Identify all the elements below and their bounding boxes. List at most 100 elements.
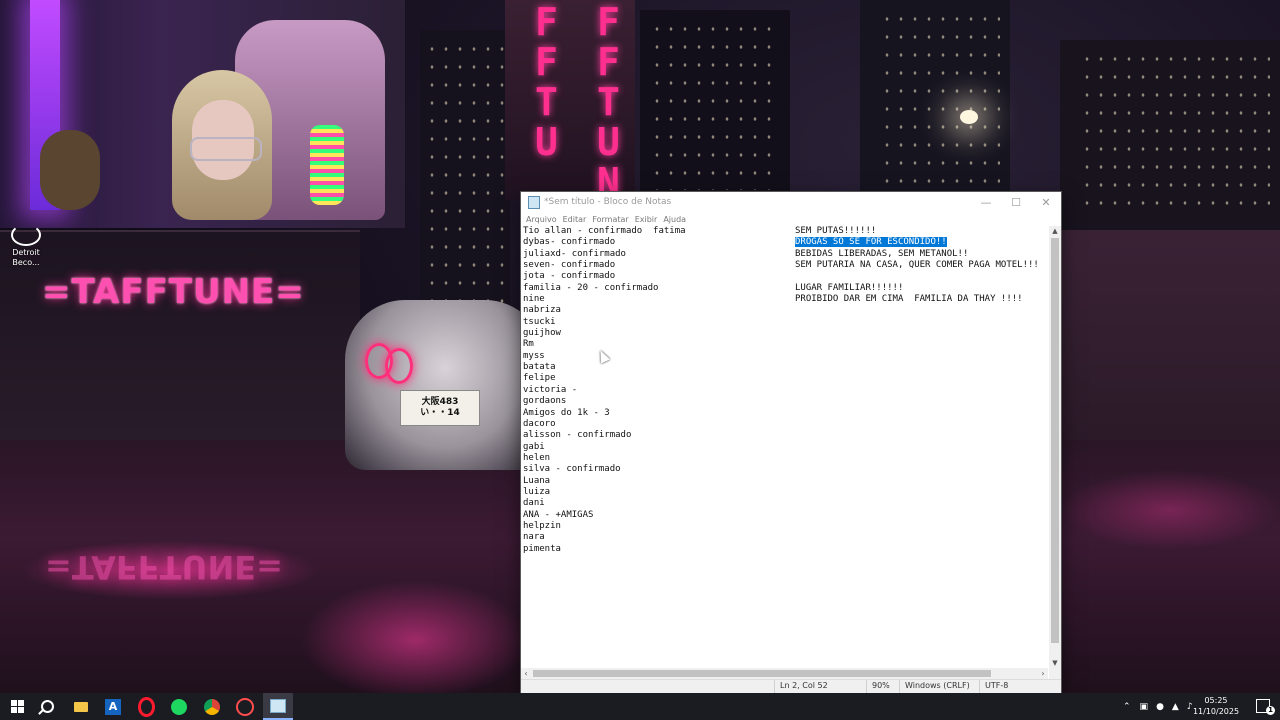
windows-logo-icon <box>10 700 24 713</box>
neon-letter: F <box>535 0 558 44</box>
desktop-shortcut[interactable]: Detroit Beco... <box>6 224 46 268</box>
horizontal-scroll-thumb[interactable] <box>533 670 991 677</box>
text-line: silva - confirmado <box>523 464 621 475</box>
text-line: LUGAR FAMILIAR!!!!!! <box>795 282 904 293</box>
menu-formatar[interactable]: Formatar <box>592 215 628 224</box>
neon-letter: U <box>597 120 620 164</box>
zoom-level: 90% <box>872 681 890 690</box>
opera-icon <box>137 696 155 717</box>
folder-icon <box>74 701 88 712</box>
neon-tower: F F T U F F T U N <box>505 0 635 204</box>
line-ending: Windows (CRLF) <box>905 681 970 690</box>
store-sign-reflection: =TAFFTUNE= <box>45 548 283 586</box>
notepad-window: *Sem título - Bloco de Notas — ☐ ✕ Arqui… <box>520 191 1062 693</box>
puddle-reflection <box>1060 470 1280 550</box>
menu-editar[interactable]: Editar <box>563 215 587 224</box>
scroll-right-arrow-icon[interactable]: › <box>1038 668 1048 679</box>
text-line: Luana <box>523 475 551 486</box>
chevron-up-icon[interactable]: ⌃ <box>1123 702 1131 712</box>
text-line: dani <box>523 498 545 509</box>
status-bar: Ln 2, Col 52 90% Windows (CRLF) UTF-8 <box>521 679 1061 693</box>
text-line: nabriza <box>523 305 561 316</box>
text-line: PROIBIDO DAR EM CIMA FAMILIA DA THAY !!!… <box>795 294 1023 305</box>
neon-letter: T <box>597 80 620 124</box>
text-line: dacoro <box>523 418 556 429</box>
network-status-icon[interactable]: ▣ <box>1140 702 1149 712</box>
taskbar-camera-app[interactable] <box>230 693 260 720</box>
game-shortcut-icon <box>11 224 41 246</box>
minimize-button[interactable]: — <box>971 192 1001 212</box>
text-line: victoria - <box>523 384 578 395</box>
neon-letter: F <box>597 0 620 44</box>
wifi-icon[interactable]: ▲ <box>1172 702 1179 712</box>
taskbar-a-app[interactable]: A <box>98 693 128 720</box>
text-line: SEM PUTAS!!!!!! <box>795 226 877 236</box>
search-button[interactable] <box>32 693 62 720</box>
scroll-up-arrow-icon[interactable]: ▲ <box>1049 226 1061 236</box>
text-line: nine <box>523 294 545 305</box>
neon-letter: U <box>535 120 558 164</box>
menu-ajuda[interactable]: Ajuda <box>663 215 686 224</box>
close-button[interactable]: ✕ <box>1031 192 1061 212</box>
text-line: guijhow <box>523 328 561 339</box>
scroll-down-arrow-icon[interactable]: ▼ <box>1049 658 1061 668</box>
notification-count-badge: 1 <box>1266 706 1275 715</box>
webcam-overlay <box>0 0 405 228</box>
building-windows <box>650 20 780 190</box>
store-neon-sign: =TAFFTUNE= <box>42 272 305 312</box>
text-line: luiza <box>523 486 551 497</box>
rgb-microphone <box>310 125 344 205</box>
menu-arquivo[interactable]: Arquivo <box>526 215 557 224</box>
scroll-left-arrow-icon[interactable]: ‹ <box>521 668 531 679</box>
text-column-left: Tio allan - confirmado fatima dybas- conf… <box>523 226 686 555</box>
encoding: UTF-8 <box>985 681 1009 690</box>
taskbar-notepad[interactable] <box>263 693 293 720</box>
start-button[interactable] <box>2 693 32 720</box>
glasses <box>190 137 262 161</box>
desktop-shortcut-label: Detroit Beco... <box>12 248 40 267</box>
puddle-reflection <box>300 580 530 700</box>
text-line: nara <box>523 532 545 543</box>
text-line: jota - confirmado <box>523 271 616 282</box>
building-windows <box>880 10 1000 190</box>
taskbar-opera[interactable] <box>131 693 161 720</box>
taskbar-spotify[interactable] <box>164 693 194 720</box>
text-line: pimenta <box>523 543 561 554</box>
vertical-scroll-thumb[interactable] <box>1051 238 1059 643</box>
taillight <box>385 348 413 384</box>
text-line: batata <box>523 362 556 373</box>
street-lamp <box>960 110 978 124</box>
selected-text: DROGAS SO SE FOR ESCONDIDO!! <box>795 237 947 248</box>
text-line: helen <box>523 452 551 463</box>
menu-exibir[interactable]: Exibir <box>635 215 658 224</box>
taskbar: A ⌃ ▣ ● ▲ ♪ 05:25 11/10/2025 1 <box>0 693 1280 720</box>
neon-letter: T <box>535 80 558 124</box>
taskbar-clock[interactable]: 05:25 11/10/2025 <box>1186 695 1246 717</box>
vertical-scrollbar[interactable]: ▲ ▼ <box>1049 226 1061 668</box>
notepad-icon <box>270 698 286 713</box>
house <box>1060 230 1280 440</box>
text-line: DROGAS SO SE FOR ESCONDIDO!! <box>795 237 1039 248</box>
microphone-icon[interactable]: ● <box>1156 702 1164 712</box>
taskbar-file-explorer[interactable] <box>66 693 96 720</box>
taskbar-chrome[interactable] <box>197 693 227 720</box>
clock-date: 11/10/2025 <box>1192 707 1240 716</box>
maximize-button[interactable]: ☐ <box>1001 192 1031 212</box>
status-divider <box>866 680 867 693</box>
text-line: dybas- confirmado <box>523 237 616 248</box>
horizontal-scrollbar[interactable]: ‹ › <box>521 668 1048 679</box>
title-bar[interactable]: *Sem título - Bloco de Notas — ☐ ✕ <box>521 192 1061 212</box>
building-windows <box>1080 50 1270 210</box>
sports-car <box>345 300 545 470</box>
text-line: juliaxd- confirmado <box>523 248 626 259</box>
status-divider <box>899 680 900 693</box>
text-editor[interactable]: Tio allan - confirmado fatima dybas- conf… <box>521 226 1048 668</box>
text-line: BEBIDAS LIBERADAS, SEM METANOL!! <box>795 248 969 259</box>
text-line: felipe <box>523 373 556 384</box>
search-icon <box>40 700 54 713</box>
menu-bar: Arquivo Editar Formatar Exibir Ajuda <box>521 212 1061 226</box>
neon-letter: F <box>597 40 620 84</box>
camera-app-icon <box>236 697 254 716</box>
text-line: gabi <box>523 441 545 452</box>
text-line <box>795 271 1039 282</box>
